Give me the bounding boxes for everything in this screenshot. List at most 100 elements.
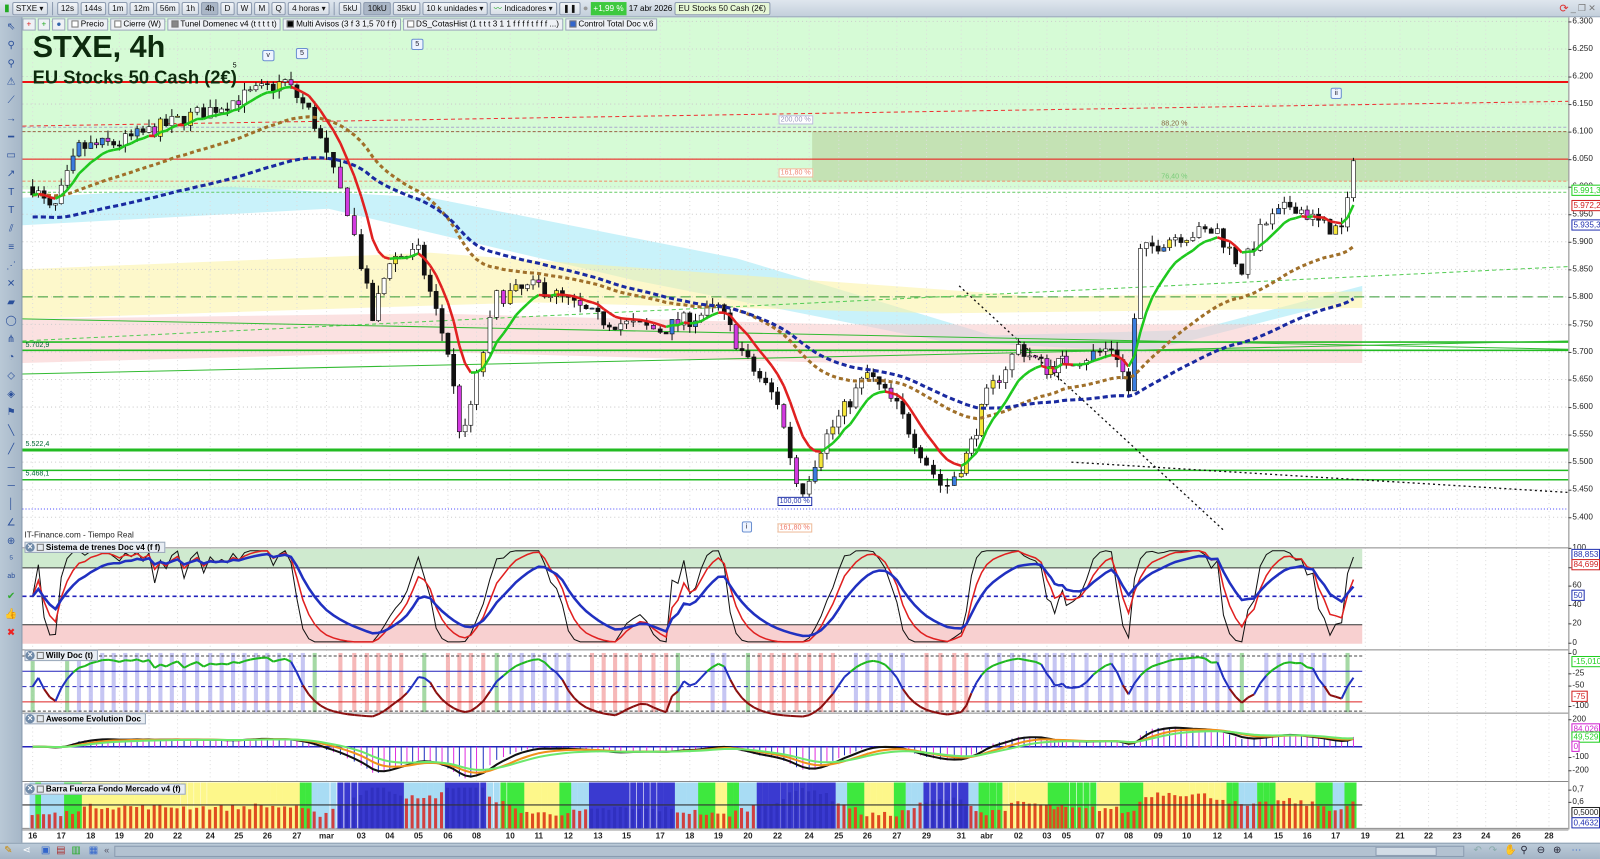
- minimize-icon[interactable]: _: [1571, 3, 1576, 13]
- arrow-tool-icon[interactable]: ↗: [2, 165, 20, 182]
- candle: [324, 137, 329, 153]
- timeframe-D[interactable]: D: [220, 1, 235, 15]
- fib-fan-tool-icon[interactable]: ⋰: [2, 257, 20, 274]
- h-line3-tool-icon[interactable]: ─: [2, 477, 20, 494]
- text-box-tool-icon[interactable]: T: [2, 202, 20, 219]
- timeframe-12m[interactable]: 12m: [129, 1, 154, 15]
- strength-bar: [422, 797, 426, 829]
- symbol-select[interactable]: STXE ▾: [11, 1, 48, 15]
- share-icon[interactable]: ⋖: [22, 845, 31, 856]
- elliott-tool-icon[interactable]: ⁵: [2, 551, 20, 568]
- hand-icon[interactable]: ✋: [1504, 845, 1517, 856]
- channel-tool-icon[interactable]: ⫽: [2, 220, 20, 237]
- horizontal-scrollbar[interactable]: [114, 845, 1465, 857]
- period-select[interactable]: 4 horas ▾: [288, 1, 330, 15]
- delete-tool-icon[interactable]: ✖: [2, 624, 20, 641]
- price-axis[interactable]: 6.3006.2506.2006.1506.1006.0506.0005.950…: [1567, 16, 1600, 830]
- zoom-in-icon[interactable]: ⊕: [1553, 845, 1562, 856]
- refresh-icon[interactable]: ⟳: [1559, 2, 1568, 15]
- text-tool-icon[interactable]: T: [2, 184, 20, 201]
- settings-button[interactable]: ●: [52, 17, 66, 31]
- indicator-tag[interactable]: Control Total Doc v.6: [565, 17, 658, 31]
- undo-icon[interactable]: ↶: [1473, 845, 1482, 856]
- template-icon[interactable]: ▤: [56, 845, 66, 856]
- time-tick: 09: [1153, 831, 1163, 841]
- time-axis[interactable]: 16 17 18 19 20 22 24 25 26 27 mar 03 04 05 06 08 10 11 12 1…: [22, 829, 1569, 843]
- indicator-tag[interactable]: Multi Avisos (3 f 3 1,5 70 f f): [282, 17, 401, 31]
- rect-tool-icon[interactable]: ▭: [2, 147, 20, 164]
- zoom-tool-icon[interactable]: ⚲: [2, 37, 20, 54]
- target-tool-icon[interactable]: ⊕: [2, 533, 20, 550]
- pencil-icon[interactable]: ✎: [4, 845, 13, 856]
- trend-line-tool-icon[interactable]: ⟋: [2, 92, 20, 109]
- timeframe-144s[interactable]: 144s: [80, 1, 107, 15]
- pane-header[interactable]: ✕ Barra Fuerza Fondo Mercado v4 (f): [24, 783, 186, 795]
- fib-tool-icon[interactable]: ≡: [2, 239, 20, 256]
- v-line-tool-icon[interactable]: │: [2, 496, 20, 513]
- indicator-tag[interactable]: Precio: [67, 17, 109, 31]
- add-green-button[interactable]: +: [37, 17, 51, 31]
- cursor-tool-icon[interactable]: ⇖: [2, 18, 20, 35]
- windows-icon[interactable]: ▦: [89, 845, 99, 856]
- alert-tool-icon[interactable]: ⚠: [2, 73, 20, 90]
- close-icon[interactable]: ✕: [1588, 3, 1596, 14]
- close-pane-icon[interactable]: ✕: [25, 784, 35, 794]
- indicator-tag[interactable]: Cierre (W): [110, 17, 166, 31]
- gann-tool-icon[interactable]: ✕: [2, 275, 20, 292]
- chart-type-icon[interactable]: ▮: [4, 3, 10, 14]
- moving-average-fast: [646, 319, 654, 325]
- ray-tool-icon[interactable]: →: [2, 110, 20, 127]
- units-select[interactable]: 10 k unidades ▾: [422, 1, 488, 15]
- tag-label: Tunel Domenec v4 (t t t t t): [180, 18, 277, 29]
- scrollbar-thumb[interactable]: [1375, 846, 1437, 856]
- measure-tool-icon[interactable]: ▰: [2, 294, 20, 311]
- chart-area[interactable]: [22, 17, 1569, 830]
- line2-tool-icon[interactable]: ╱: [2, 441, 20, 458]
- close-pane-icon[interactable]: ✕: [25, 650, 35, 661]
- pane-header[interactable]: ✕ Sistema de trenes Doc v4 (f f): [24, 541, 166, 553]
- chat-icon[interactable]: ▣: [41, 845, 51, 856]
- unit-10kU[interactable]: 10kU: [363, 1, 391, 15]
- pattern-tool-icon[interactable]: ◇: [2, 367, 20, 384]
- line-tool-icon[interactable]: ╲: [2, 422, 20, 439]
- timeframe-W[interactable]: W: [236, 1, 253, 15]
- axis-tick: 5.700: [1568, 346, 1593, 357]
- ellipse-tool-icon[interactable]: ◯: [2, 312, 20, 329]
- pane-header[interactable]: ✕ Willy Doc (t): [24, 649, 99, 662]
- h-line-tool-icon[interactable]: ━: [2, 129, 20, 146]
- timeframe-M[interactable]: M: [254, 1, 270, 15]
- close-pane-icon[interactable]: ✕: [25, 542, 35, 552]
- unit-5kU[interactable]: 5kU: [338, 1, 362, 15]
- close-pane-icon[interactable]: ✕: [25, 714, 35, 724]
- timeframe-4h[interactable]: 4h: [201, 1, 219, 15]
- timeframe-12s[interactable]: 12s: [56, 1, 79, 15]
- flag-tool-icon[interactable]: ⚑: [2, 404, 20, 421]
- more-icon[interactable]: ⋯: [1571, 845, 1581, 856]
- pitchfork-tool-icon[interactable]: ⋔: [2, 331, 20, 348]
- layers-icon[interactable]: ▥: [71, 845, 81, 856]
- timeframe-56m[interactable]: 56m: [155, 1, 180, 15]
- h-line2-tool-icon[interactable]: ─: [2, 459, 20, 476]
- indicator-tag[interactable]: Tunel Domenec v4 (t t t t t): [167, 17, 281, 31]
- redo-icon[interactable]: ↷: [1489, 845, 1498, 856]
- pause-button[interactable]: ❚❚: [558, 1, 581, 15]
- pane-header[interactable]: ✕ Awesome Evolution Doc: [24, 713, 147, 725]
- shape-tool-icon[interactable]: ◈: [2, 386, 20, 403]
- indicator-tag[interactable]: DS_CotasHist (1 t t t 3 1 1 f f f f t f …: [402, 17, 564, 31]
- timeframe-1m[interactable]: 1m: [108, 1, 128, 15]
- angle-tool-icon[interactable]: ∠: [2, 514, 20, 531]
- check-tool-icon[interactable]: ✔: [2, 588, 20, 605]
- zoom-fit-icon[interactable]: ⚲: [1520, 845, 1527, 856]
- restore-icon[interactable]: ❐: [1578, 3, 1586, 14]
- abc-tool-icon[interactable]: ᵃᵇ: [2, 569, 20, 586]
- thumb-tool-icon[interactable]: 👍: [2, 606, 20, 623]
- cycles-tool-icon[interactable]: ◔: [2, 349, 20, 366]
- timeframe-1h[interactable]: 1h: [181, 1, 200, 15]
- indicators-button[interactable]: 〰 Indicadores ▾: [489, 1, 557, 15]
- zoom-area-tool-icon[interactable]: ⚲: [2, 55, 20, 72]
- zoom-out-icon[interactable]: ⊖: [1537, 845, 1546, 856]
- collapse-icon[interactable]: «: [104, 845, 109, 855]
- timeframe-Q[interactable]: Q: [271, 1, 286, 15]
- add-red-button[interactable]: +: [22, 17, 36, 31]
- unit-35kU[interactable]: 35kU: [392, 1, 421, 15]
